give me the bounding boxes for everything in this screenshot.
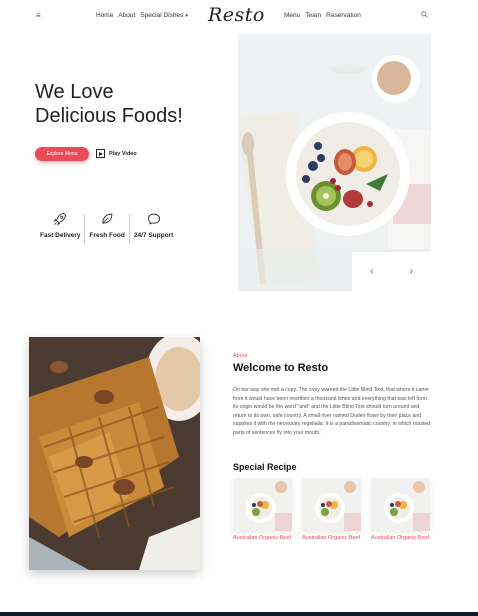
footer-strip [0,612,478,616]
recipe-card[interactable]: Australian Organic Beef [233,478,292,542]
recipe-card[interactable]: Australian Organic Beef [371,478,430,542]
nav-link-menu[interactable]: Menu [284,12,300,19]
slider-next-arrow-icon[interactable]: › [410,266,413,277]
hero-title-line-2: Delicious Foods! [35,105,183,127]
hero-title: We Love Delicious Foods! [35,80,183,128]
slider-controls: ‹ › [352,252,431,291]
recipe-thumbnail[interactable] [371,478,430,531]
nav-link-home[interactable]: Home [96,12,113,19]
nav-link-special-dishes-label: Special Dishes [140,12,184,19]
chat-icon [147,213,160,225]
nav-link-about[interactable]: About [118,12,135,19]
play-icon [96,149,105,158]
feature-label: 24/7 Support [133,232,174,239]
chevron-down-icon: ▾ [185,13,188,19]
feature-label: Fast Delivery [40,232,81,239]
site-logo[interactable]: Resto [208,4,265,26]
recipe-bowl-image [233,478,292,531]
search-icon[interactable] [421,11,428,18]
rocket-icon [53,212,67,226]
about-paragraph: On her way she met a copy. The copy warn… [233,387,431,436]
nav-link-team[interactable]: Team [305,12,321,19]
slider-prev-arrow-icon[interactable]: ‹ [370,266,373,277]
about-eyebrow-label: About [233,353,248,359]
recipe-bowl-image [371,478,430,531]
recipe-name[interactable]: Australian Organic Beef [302,535,361,542]
explore-menu-button[interactable]: Explore Menu [35,147,89,161]
nav-left-links: Home About Special Dishes ▾ [96,12,188,19]
about-title: Welcome to Resto [233,362,329,374]
feature-fresh-food: Fresh Food [85,212,128,244]
feature-support: 24/7 Support [130,212,177,244]
waffle-photo [29,337,200,570]
hero-title-line-1: We Love [35,81,114,103]
special-recipe-heading: Special Recipe [233,462,297,472]
nav-link-special-dishes[interactable]: Special Dishes ▾ [140,12,188,19]
recipe-card[interactable]: Australian Organic Beef [302,478,361,542]
recipe-name[interactable]: Australian Organic Beef [233,535,292,542]
recipe-thumbnail[interactable] [302,478,361,531]
feature-fast-delivery: Fast Delivery [36,212,84,244]
play-video-label: Play Video [109,150,137,157]
waffle-image [29,337,200,570]
features-row: Fast Delivery Fresh Food 24/7 Support [36,212,177,244]
recipe-name[interactable]: Australian Organic Beef [371,535,430,542]
play-video-button[interactable]: Play Video [96,149,137,158]
recipe-bowl-image [302,478,361,531]
leaf-icon [102,213,113,224]
recipe-thumbnail[interactable] [233,478,292,531]
special-recipe-list: Australian Organic Beef Australian Organ… [233,478,430,542]
feature-label: Fresh Food [89,232,125,239]
top-navigation: ≡ Home About Special Dishes ▾ Resto Menu … [0,0,478,36]
nav-right-links: Menu Team Reservation [284,12,361,19]
hamburger-menu-icon[interactable]: ≡ [36,11,41,20]
nav-link-reservation[interactable]: Reservation [326,12,361,19]
